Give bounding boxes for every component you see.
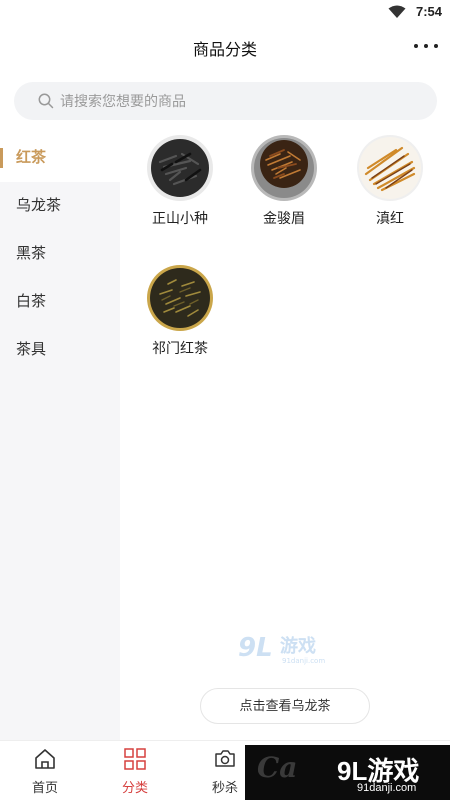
grid-icon	[124, 748, 146, 770]
tab-category-label: 分类	[121, 780, 148, 795]
product-card[interactable]: 滇红	[340, 134, 440, 228]
product-image	[147, 135, 213, 201]
home-icon	[35, 749, 55, 769]
product-name: 正山小种	[152, 210, 208, 226]
search-icon	[38, 93, 54, 109]
search-bar[interactable]	[14, 82, 437, 120]
tab-home[interactable]: 首页	[15, 741, 75, 800]
corner-domain: 91danji.com	[357, 782, 417, 794]
tab-home-label: 首页	[31, 780, 58, 795]
nav-bar: 商品分类	[0, 24, 450, 68]
product-card[interactable]: 金骏眉	[234, 134, 334, 228]
status-time: 7:54	[415, 4, 442, 19]
category-sidebar: 红茶 乌龙茶 黑茶 白茶 茶具	[0, 134, 120, 740]
more-dot-icon	[424, 44, 428, 48]
camera-icon	[215, 750, 235, 767]
watermark-brand: 游戏	[280, 635, 316, 657]
tab-category[interactable]: 分类	[105, 741, 165, 800]
sidebar-item-oolong[interactable]: 乌龙茶	[0, 182, 120, 230]
product-name: 金骏眉	[263, 210, 305, 226]
more-button[interactable]	[414, 38, 438, 54]
watermark-domain: 91danji.com	[282, 657, 325, 665]
watermark-graphic: Ca	[257, 751, 298, 784]
page-title: 商品分类	[192, 42, 257, 59]
sidebar-item-white-tea[interactable]: 白茶	[0, 278, 120, 326]
sidebar-item-black-tea[interactable]: 红茶	[0, 134, 120, 182]
more-dot-icon	[434, 44, 438, 48]
search-input[interactable]	[60, 82, 420, 120]
svg-text:9L: 9L	[238, 633, 273, 663]
product-image	[251, 135, 317, 201]
more-dot-icon	[414, 44, 418, 48]
product-name: 滇红	[376, 210, 404, 226]
wifi-icon	[388, 5, 406, 18]
sidebar-item-dark-tea[interactable]: 黑茶	[0, 230, 120, 278]
product-card[interactable]: 祁门红茶	[130, 264, 230, 358]
view-next-category-button[interactable]: 点击查看乌龙茶	[200, 688, 370, 724]
corner-watermark-logo: Ca 9L游戏 91danji.com	[245, 745, 450, 800]
product-image	[357, 135, 423, 201]
product-image	[147, 265, 213, 331]
product-name: 祁门红茶	[152, 340, 208, 356]
status-bar: 7:54	[0, 0, 450, 24]
sidebar-item-teaware[interactable]: 茶具	[0, 326, 120, 374]
watermark-logo: 9L 游戏 91danji.com	[238, 633, 325, 665]
product-card[interactable]: 正山小种	[130, 134, 230, 228]
